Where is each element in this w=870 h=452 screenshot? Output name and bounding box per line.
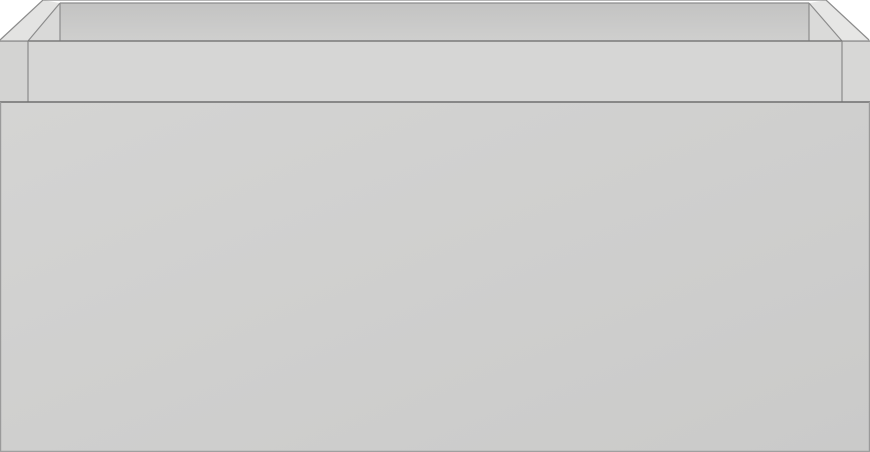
drawer-right-inner-side <box>809 0 869 41</box>
drawer-left-side-panel <box>0 40 29 102</box>
drawer-front-panel <box>0 101 870 452</box>
drawer-inner-rail <box>28 40 842 102</box>
drawer-left-inner-side <box>0 0 60 41</box>
drawer-right-side-panel <box>841 40 870 102</box>
drawer-illustration <box>0 0 870 452</box>
drawer-inner-back-wall <box>60 3 809 41</box>
drawer-image-canvas <box>0 0 870 452</box>
